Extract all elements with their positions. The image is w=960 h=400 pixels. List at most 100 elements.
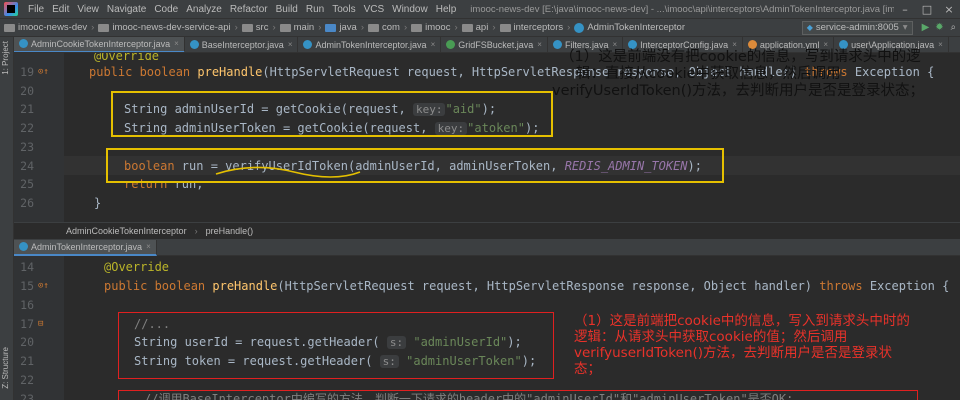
menu-run[interactable]: Run	[302, 4, 328, 15]
crumb-label: api	[475, 22, 489, 33]
class-icon	[303, 40, 313, 49]
annotation-note-bottom: （1）这是前端把cookie中的信息，写入到请求头中时的 逻辑：从请求头中获取c…	[574, 313, 960, 378]
breadcrumb-method[interactable]: preHandle()	[206, 226, 254, 236]
menu-refactor[interactable]: Refactor	[226, 4, 272, 15]
project-tool-button[interactable]: 1: Project	[1, 41, 10, 75]
tab-admin-token-interceptor[interactable]: AdminTokenInterceptor.java ×	[298, 37, 442, 52]
crumb-class[interactable]: AdminTokenInterceptor	[570, 22, 685, 33]
code-text: //调用BaseInterceptor中编写的方法，判断一下请求的header中…	[144, 390, 793, 400]
menu-build[interactable]: Build	[272, 4, 302, 15]
line-number: 26	[20, 196, 34, 210]
crumb-interceptors[interactable]: interceptors ›	[496, 22, 570, 33]
line-number: 19	[20, 65, 34, 79]
chevron-down-icon: ▾	[902, 22, 908, 33]
crumb-src[interactable]: src ›	[238, 22, 276, 33]
menu-window[interactable]: Window	[388, 4, 432, 15]
structure-tool-button[interactable]: Z: Structure	[1, 347, 10, 389]
menu-help[interactable]: Help	[432, 4, 461, 15]
annotation-note-top: （1）这是前端没有把cookie的信息，写到请求头中的逻 辑：直接从cookie…	[552, 49, 960, 100]
tab-label: AdminCookieTokenInterceptor.java	[31, 38, 171, 49]
breadcrumb-separator: ›	[194, 226, 198, 236]
line-number: 23	[20, 140, 34, 154]
close-icon[interactable]: ×	[938, 3, 960, 16]
override-marker-icon[interactable]: ⊙↑	[38, 63, 49, 82]
line-number: 21	[20, 102, 34, 116]
parameter-hint: key:	[412, 103, 446, 116]
menu-tools[interactable]: Tools	[328, 4, 359, 15]
class-icon	[574, 22, 585, 33]
code-line: 14 @Override	[14, 258, 960, 277]
maximize-icon[interactable]: □	[916, 3, 938, 16]
code-token: (HttpServletRequest request, HttpServlet…	[277, 279, 820, 293]
menu-code[interactable]: Code	[150, 4, 182, 15]
menu-analyze[interactable]: Analyze	[182, 4, 226, 15]
class-icon	[19, 242, 28, 251]
breadcrumb-class[interactable]: AdminCookieTokenInterceptor	[66, 226, 187, 236]
crumb-com[interactable]: com ›	[364, 22, 407, 33]
folder-icon	[368, 23, 379, 32]
minimize-icon[interactable]: –	[894, 3, 916, 16]
crumb-imooc[interactable]: imooc ›	[407, 22, 458, 33]
code-text: @Override	[104, 258, 169, 277]
close-tab-icon[interactable]: ×	[732, 40, 737, 49]
close-tab-icon[interactable]: ×	[146, 242, 151, 251]
window-title: imooc-news-dev [E:\java\imooc-news-dev] …	[470, 3, 894, 15]
line-number: 22	[20, 373, 34, 387]
code-token: String userId = request.getHeader(	[134, 335, 387, 349]
menu-edit[interactable]: Edit	[48, 4, 73, 15]
tab-label: BaseInterceptor.java	[201, 39, 284, 50]
line-number: 17	[20, 317, 34, 331]
close-tab-icon[interactable]: ×	[288, 40, 293, 49]
line-number: 16	[20, 298, 34, 312]
run-icon[interactable]: ▶	[922, 22, 930, 33]
tab-label: Filters.java	[564, 39, 609, 50]
close-tab-icon[interactable]: ×	[537, 40, 542, 49]
line-number: 24	[20, 159, 34, 173]
search-icon[interactable]: ⌕	[951, 22, 956, 33]
tab-admin-cookie-token-interceptor[interactable]: AdminCookieTokenInterceptor.java ×	[14, 37, 185, 52]
code-text: public boolean preHandle(HttpServletRequ…	[104, 277, 949, 296]
close-tab-icon[interactable]: ×	[612, 40, 617, 49]
crumb-label: java	[339, 22, 357, 33]
override-marker-icon[interactable]: ⊙↑	[38, 277, 49, 296]
tab-admin-token-interceptor-split[interactable]: AdminTokenInterceptor.java ×	[14, 239, 157, 256]
code-token: REDIS_ADMIN_TOKEN	[564, 159, 688, 173]
close-tab-icon[interactable]: ×	[938, 40, 943, 49]
menu-vcs[interactable]: VCS	[360, 4, 389, 15]
code-token: //调用BaseInterceptor中编写的方法，判断一下请求的header中…	[144, 392, 794, 400]
close-tab-icon[interactable]: ×	[174, 39, 179, 48]
intellij-logo-icon	[4, 2, 18, 16]
tab-base-interceptor[interactable]: BaseInterceptor.java ×	[185, 37, 299, 52]
note-line: 逻辑：从请求头中获取cookie的值；然后调用	[574, 328, 848, 345]
code-token: String adminUserToken = getCookie(reques…	[124, 121, 435, 135]
crumb-main[interactable]: main ›	[276, 22, 321, 33]
code-token: }	[94, 196, 102, 210]
folder-icon	[4, 23, 15, 32]
code-token: String token = request.getHeader(	[134, 354, 380, 368]
menu-view[interactable]: View	[73, 4, 103, 15]
class-icon	[446, 40, 456, 49]
code-text: //...	[134, 315, 170, 334]
debug-icon[interactable]: ✹	[935, 22, 943, 33]
crumb-project[interactable]: imooc-news-dev ›	[0, 22, 94, 33]
crumb-module[interactable]: imooc-news-dev-service-api ›	[94, 22, 238, 33]
code-token: preHandle	[212, 279, 278, 293]
underline-squiggle	[215, 166, 361, 178]
line-number: 22	[20, 121, 34, 135]
line-number: 14	[20, 260, 34, 274]
close-tab-icon[interactable]: ×	[823, 40, 828, 49]
close-tab-icon[interactable]: ×	[431, 40, 436, 49]
crumb-label: com	[382, 22, 400, 33]
crumb-api[interactable]: api ›	[458, 22, 496, 33]
code-text: String adminUserId = getCookie(request, …	[124, 100, 496, 119]
fold-icon[interactable]: ⊟	[38, 315, 43, 334]
line-number: 20	[20, 335, 34, 349]
parameter-hint: s:	[386, 336, 407, 349]
crumb-java[interactable]: java ›	[321, 22, 364, 33]
menu-file[interactable]: File	[24, 4, 48, 15]
code-text: boolean run = verifyUserIdToken(adminUse…	[124, 157, 702, 176]
run-configuration-select[interactable]: ◆ service-admin:8005 ▾	[801, 20, 913, 35]
tab-gridfs-bucket[interactable]: GridFSBucket.java ×	[441, 37, 548, 52]
code-token: "adminUserToken"	[398, 354, 522, 368]
menu-navigate[interactable]: Navigate	[103, 4, 150, 15]
